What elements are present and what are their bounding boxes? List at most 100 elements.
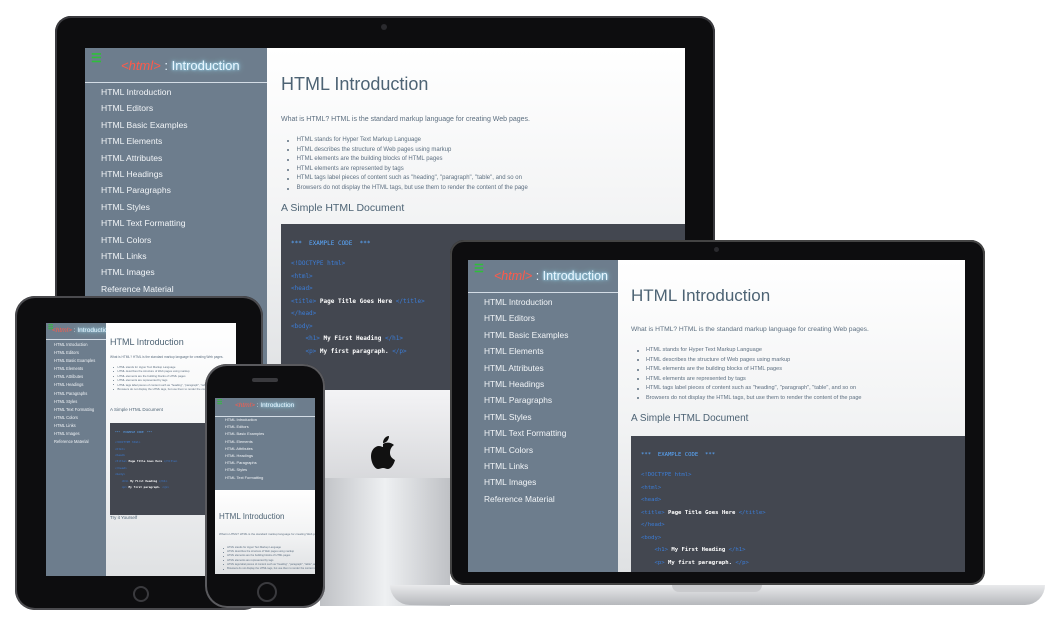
sidebar-item-html-paragraphs[interactable]: HTML Paragraphs [85, 182, 267, 198]
menu-icon[interactable]: ☰ [217, 400, 222, 406]
sidebar-item-html-introduction[interactable]: HTML Introduction [468, 294, 618, 310]
sidebar-item-html-attributes[interactable]: HTML Attributes [468, 360, 618, 376]
sidebar-item-html-basic-examples[interactable]: HTML Basic Examples [468, 327, 618, 343]
menu-icon[interactable]: ☰ [474, 264, 484, 275]
bullet-item: Browsers do not display the HTML tags, b… [287, 184, 528, 194]
bullet-item: HTML describes the structure of Web page… [637, 356, 862, 366]
sidebar-item-html-editors[interactable]: HTML Editors [85, 100, 267, 116]
sidebar-item-html-links[interactable]: HTML Links [85, 248, 267, 264]
section-heading: A Simple HTML Document [281, 202, 405, 214]
sidebar-header: ☰ <html> : Introduction [46, 323, 111, 340]
sidebar-item-html-attributes[interactable]: HTML Attributes [215, 445, 315, 452]
imac-camera [381, 24, 387, 30]
sidebar-item-html-images[interactable]: HTML Images [46, 430, 106, 438]
sidebar-item-html-headings[interactable]: HTML Headings [85, 166, 267, 182]
phone-speaker [252, 378, 278, 382]
code-h1-line: <h1> My First Heading </h1> [654, 547, 746, 553]
sidebar-item-html-attributes[interactable]: HTML Attributes [46, 373, 106, 381]
sidebar-item-html-headings[interactable]: HTML Headings [46, 381, 106, 389]
menu-icon[interactable]: ☰ [91, 52, 102, 64]
laptop-camera [714, 247, 719, 252]
sidebar: ☰ <html> : Introduction HTML Introductio… [46, 323, 111, 576]
bullet-item: HTML describes the structure of Web page… [287, 146, 528, 156]
sidebar-item-html-elements[interactable]: HTML Elements [46, 365, 106, 373]
logo-title: Introduction [171, 58, 240, 73]
bullet-item: HTML tags label pieces of content such a… [637, 384, 862, 394]
intro-paragraph: What is HTML? HTML is the standard marku… [281, 116, 531, 123]
sidebar: ☰ <html> : Introduction HTML Introductio… [468, 260, 618, 572]
sidebar-item-html-text-formatting[interactable]: HTML Text Formatting [85, 215, 267, 231]
sidebar-item-html-text-formatting[interactable]: HTML Text Formatting [468, 425, 618, 441]
sidebar-item-html-text-formatting[interactable]: HTML Text Formatting [215, 474, 315, 481]
sidebar-item-html-attributes[interactable]: HTML Attributes [85, 150, 267, 166]
bullet-item: Browsers do not display the HTML tags, b… [223, 567, 315, 571]
sidebar-item-html-paragraphs[interactable]: HTML Paragraphs [215, 459, 315, 466]
sidebar-item-reference-material[interactable]: Reference Material [46, 438, 106, 446]
code-head-close: </head> [641, 522, 665, 528]
sidebar-item-html-basic-examples[interactable]: HTML Basic Examples [46, 357, 106, 365]
section-heading: A Simple HTML Document [631, 413, 749, 424]
site-logo[interactable]: <html> : Introduction [121, 58, 240, 73]
bullet-item: HTML tags label pieces of content such a… [287, 174, 528, 184]
bullet-item: HTML stands for Hyper Text Markup Langua… [287, 136, 528, 146]
sidebar-item-html-paragraphs[interactable]: HTML Paragraphs [46, 390, 106, 398]
sidebar-item-html-paragraphs[interactable]: HTML Paragraphs [468, 392, 618, 408]
sidebar-item-html-styles[interactable]: HTML Styles [468, 409, 618, 425]
bullet-item: HTML elements are represented by tags [637, 375, 862, 385]
sidebar-item-html-headings[interactable]: HTML Headings [468, 376, 618, 392]
sidebar-item-html-introduction[interactable]: HTML Introduction [46, 341, 106, 349]
bullet-list: HTML stands for Hyper Text Markup Langua… [223, 546, 315, 571]
site-logo[interactable]: <html> : Introduction [52, 327, 111, 334]
bullet-item: HTML elements are the building blocks of… [287, 155, 528, 165]
logo-title: Introduction [260, 402, 295, 409]
sidebar-header: ☰ <html> : Introduction [85, 48, 267, 83]
sidebar-item-html-images[interactable]: HTML Images [468, 474, 618, 490]
sidebar-item-html-editors[interactable]: HTML Editors [215, 423, 315, 430]
logo-colon: : [535, 269, 540, 283]
sidebar-item-html-introduction[interactable]: HTML Introduction [215, 416, 315, 423]
sidebar-item-reference-material[interactable]: Reference Material [85, 281, 267, 297]
sidebar-header: ☰ <html> : Introduction [215, 398, 315, 417]
sidebar-item-html-colors[interactable]: HTML Colors [46, 414, 106, 422]
page-title: HTML Introduction [219, 512, 285, 521]
code-html-open: <html> [641, 484, 662, 491]
sidebar-item-html-links[interactable]: HTML Links [46, 422, 106, 430]
bullet-list: HTML stands for Hyper Text Markup Langua… [287, 136, 528, 194]
page-title: HTML Introduction [281, 74, 429, 94]
main-content: HTML Introduction What is HTML? HTML is … [215, 490, 315, 574]
sidebar-item-html-colors[interactable]: HTML Colors [468, 442, 618, 458]
sidebar-item-reference-material[interactable]: Reference Material [468, 491, 618, 507]
site-logo[interactable]: <html> : Introduction [235, 402, 294, 409]
laptop-notch [672, 585, 762, 592]
phone-home-button[interactable] [257, 582, 277, 602]
code-doctype: <!DOCTYPE html> [641, 472, 692, 478]
logo-html-tag: <html> [235, 402, 255, 409]
sidebar-nav: HTML Introduction HTML Editors HTML Basic … [85, 84, 267, 297]
sidebar-item-html-styles[interactable]: HTML Styles [85, 199, 267, 215]
bullet-item: HTML stands for Hyper Text Markup Langua… [637, 346, 862, 356]
sidebar-item-html-editors[interactable]: HTML Editors [468, 310, 618, 326]
sidebar-item-html-headings[interactable]: HTML Headings [215, 452, 315, 459]
sidebar-item-html-elements[interactable]: HTML Elements [85, 133, 267, 149]
sidebar-item-html-basic-examples[interactable]: HTML Basic Examples [85, 117, 267, 133]
tablet-home-button[interactable] [133, 586, 149, 602]
sidebar-item-html-elements[interactable]: HTML Elements [468, 343, 618, 359]
sidebar-item-html-styles[interactable]: HTML Styles [215, 466, 315, 473]
sidebar-item-html-colors[interactable]: HTML Colors [85, 232, 267, 248]
sidebar-item-html-basic-examples[interactable]: HTML Basic Examples [215, 430, 315, 437]
code-block: *** EXAMPLE CODE *** <!DOCTYPE html> <ht… [631, 436, 965, 572]
sidebar-item-html-text-formatting[interactable]: HTML Text Formatting [46, 406, 106, 414]
logo-html-tag: <html> [494, 269, 533, 283]
code-head-open: <head> [641, 497, 662, 503]
sidebar-item-html-links[interactable]: HTML Links [468, 458, 618, 474]
logo-colon: : [164, 58, 168, 73]
sidebar: ☰ <html> : Introduction HTML Introductio… [215, 398, 315, 490]
sidebar-item-html-styles[interactable]: HTML Styles [46, 398, 106, 406]
sidebar-item-html-editors[interactable]: HTML Editors [46, 349, 106, 357]
sidebar-item-html-elements[interactable]: HTML Elements [215, 438, 315, 445]
sidebar-item-html-images[interactable]: HTML Images [85, 264, 267, 280]
sidebar-item-html-introduction[interactable]: HTML Introduction [85, 84, 267, 100]
site-logo[interactable]: <html> : Introduction [494, 269, 608, 283]
section-heading: A Simple HTML Document [110, 407, 163, 412]
logo-html-tag: <html> [121, 58, 161, 73]
